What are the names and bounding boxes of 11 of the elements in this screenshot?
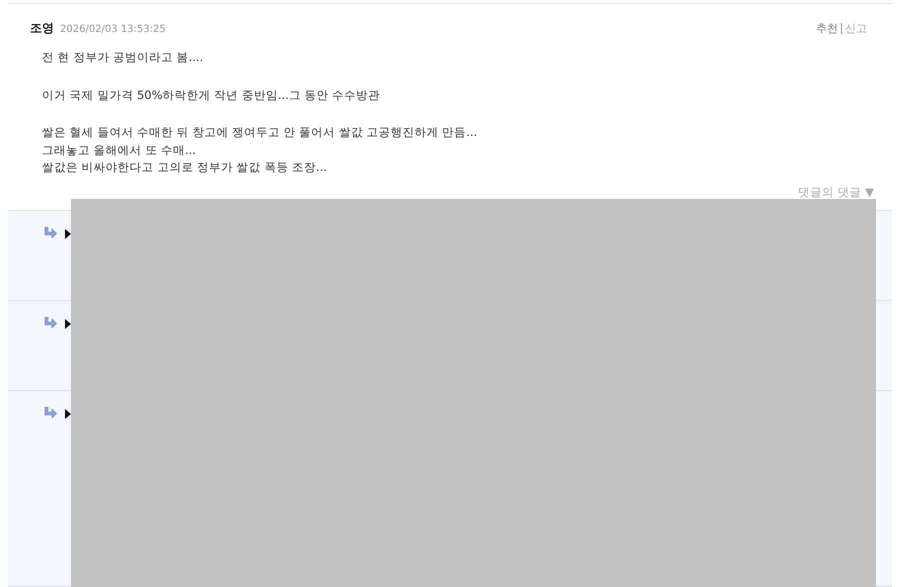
reply-arrow-icon — [44, 316, 57, 328]
reply-arrow-icon — [44, 406, 57, 418]
recommend-link[interactable]: 추천 — [813, 23, 841, 34]
comment-date: 2026/02/03 13:53:25 — [60, 24, 166, 35]
report-link[interactable]: 신고 — [841, 23, 870, 34]
reply-toggle-link[interactable]: 댓글의 댓글 ▼ — [798, 184, 874, 200]
comment-text: 이거 국제 밀가격 50%하락한게 작년 중반임...그 동안 수수방관 — [42, 86, 382, 104]
comment-text: 전 현 정부가 공범이라고 봄.... — [42, 49, 204, 66]
reply-arrow-icon — [44, 226, 57, 238]
author-name: 조영 — [30, 20, 54, 37]
comment-text: 쌀은 혈세 들여서 수매한 뒤 창고에 쟁여두고 안 풀어서 쌀값 고공행진하게 만듬... 그래놓고 올해에서 또 수매... 쌀값은 비싸야한다고 고의로 정부가 쌀값 폭등 조장... — [42, 124, 478, 176]
